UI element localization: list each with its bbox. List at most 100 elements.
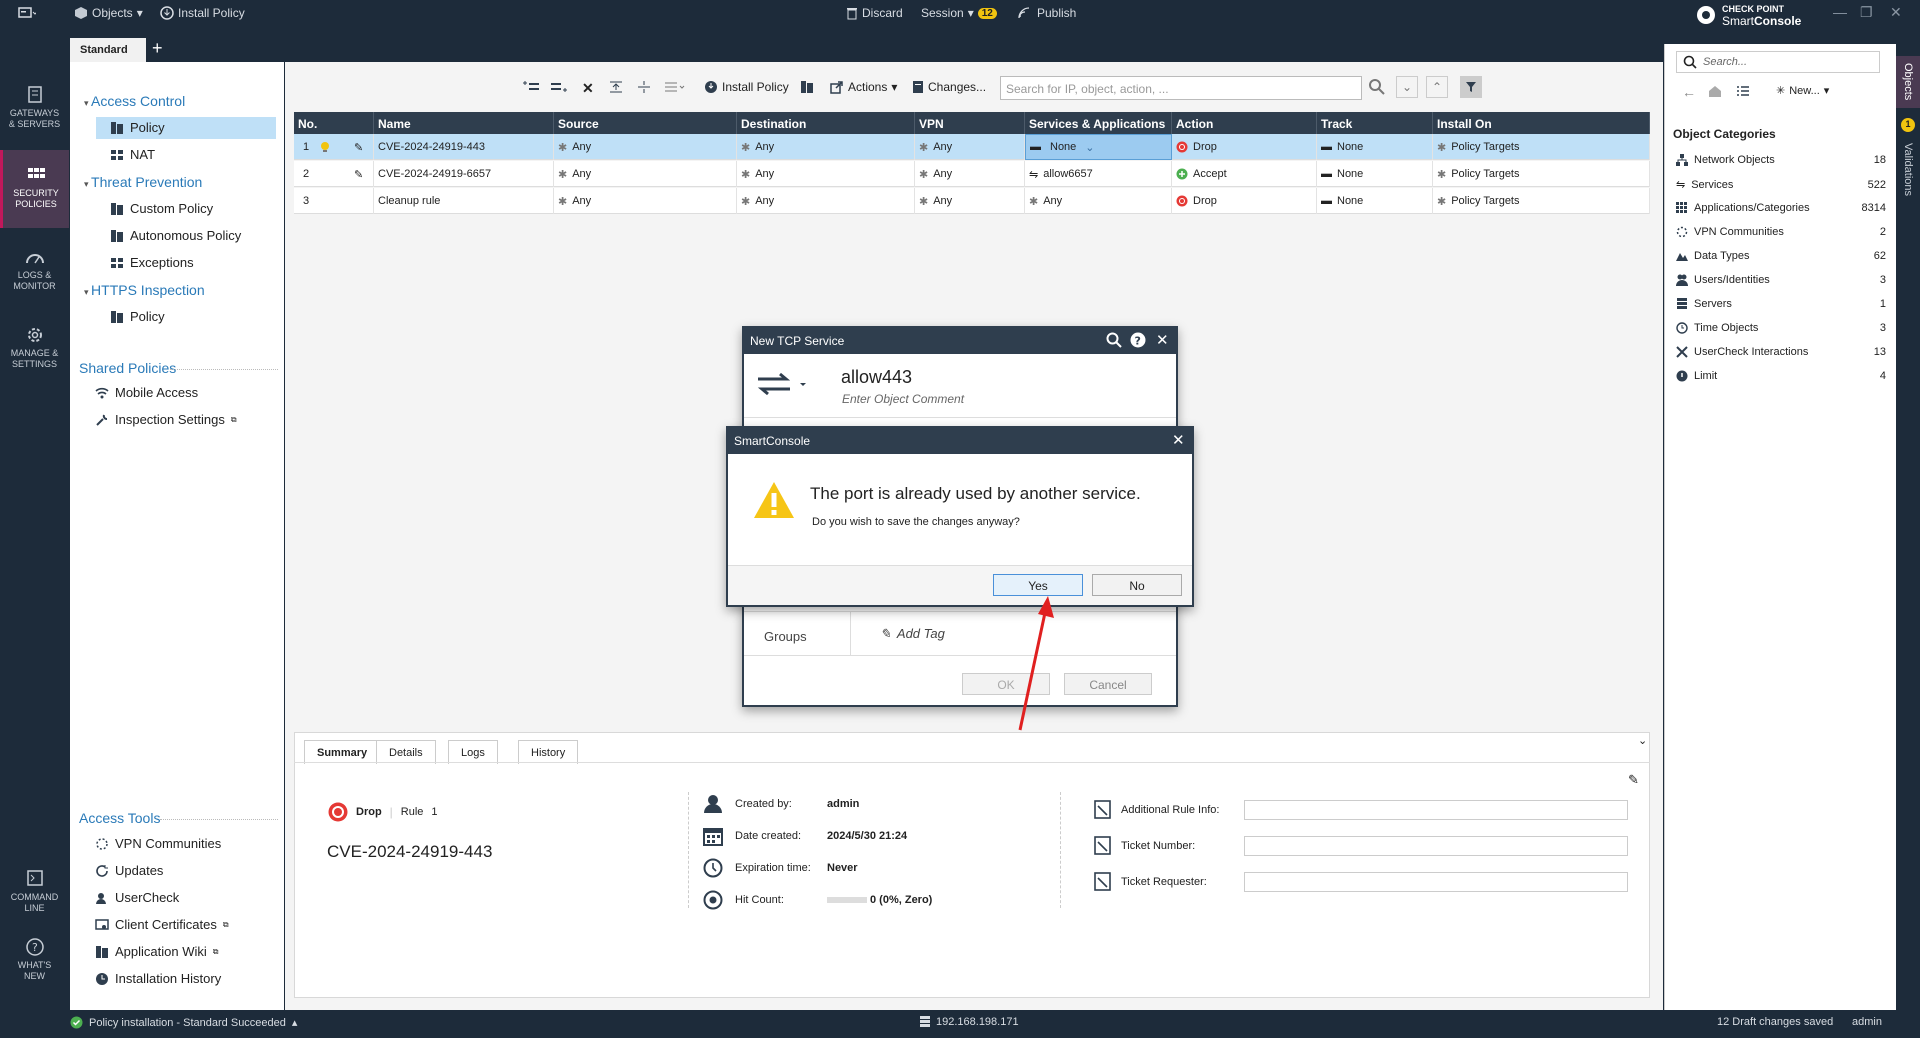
nav-client-certificates[interactable]: Client Certificates ⧉ [95,917,229,932]
cell-destination[interactable]: ✱ Any [737,188,915,214]
tcp-service-name-input[interactable]: allow443 [841,367,912,388]
ticket-number-input[interactable] [1244,836,1628,856]
cell-action[interactable]: Accept [1172,161,1317,187]
publish-button[interactable]: Publish [1017,6,1076,20]
nav-mobile-access[interactable]: Mobile Access [95,385,198,400]
rail-manage-settings[interactable]: MANAGE & SETTINGS [0,326,69,376]
category-limit[interactable]: Limit 4 [1676,370,1886,382]
maximize-button[interactable]: ❐ [1860,4,1873,21]
rule-search-input[interactable]: Search for IP, object, action, ... [1000,76,1362,100]
cell-action[interactable]: Drop [1172,134,1317,160]
alert-no-button[interactable]: No [1092,574,1182,596]
nav-autonomous-policy[interactable]: Autonomous Policy [110,228,241,243]
nav-policy[interactable]: Policy [110,120,165,135]
cell-track[interactable]: ▬ None [1317,161,1433,187]
nav-vpn-communities[interactable]: VPN Communities [95,836,221,851]
add-tag-button[interactable]: ✎ Add Tag [880,626,945,642]
actions-menu[interactable]: Actions ▾ [830,80,897,94]
list-view-button[interactable] [1736,84,1750,98]
category-services[interactable]: ⇋ Services 522 [1676,178,1886,192]
cell-name[interactable]: CVE-2024-24919-443 [374,134,554,160]
category-data-types[interactable]: Data Types 62 [1676,250,1886,262]
home-button[interactable] [1708,84,1722,98]
category-network-objects[interactable]: Network Objects 18 [1676,154,1886,166]
nav-nat[interactable]: NAT [110,147,155,162]
delete-rule-button[interactable]: ✕ [582,80,594,97]
rail-command-line[interactable]: COMMAND LINE [0,870,69,920]
rail-logs-monitor[interactable]: LOGS & MONITOR [0,248,69,298]
cell-source[interactable]: ✱ Any [554,161,737,187]
cell-track[interactable]: ▬ None [1317,134,1433,160]
cell-vpn[interactable]: ✱ Any [915,188,1025,214]
col-header-services[interactable]: Services & Applications [1025,112,1172,134]
category-vpn-communities[interactable]: VPN Communities 2 [1676,226,1886,238]
nav-updates[interactable]: Updates [95,863,163,878]
changes-button[interactable]: Changes... [912,80,986,94]
nav-access-tools[interactable]: Access Tools [79,810,160,826]
objects-menu[interactable]: Objects ▾ [74,6,143,20]
minimize-button[interactable]: — [1833,4,1847,20]
move-down-button[interactable] [636,80,652,94]
edit-rule-button[interactable]: ✎ [1628,772,1639,788]
move-up-button[interactable] [608,80,624,94]
collapse-panel-button[interactable]: ⌄ [1638,734,1647,747]
tcp-comment-input[interactable]: Enter Object Comment [842,392,964,406]
cell-action[interactable]: Drop [1172,188,1317,214]
objects-strip-tab[interactable]: Objects [1896,56,1920,108]
search-button[interactable] [1368,78,1386,96]
app-menu-button[interactable] [18,6,36,20]
cell-services-editing[interactable]: ▬ None ⌄ [1025,134,1172,160]
tab-history[interactable]: History [518,740,579,764]
nav-custom-policy[interactable]: Custom Policy [110,201,213,216]
install-status[interactable]: Policy installation - Standard Succeeded… [70,1016,297,1029]
new-object-menu[interactable]: ✳ New... ▾ [1776,84,1829,98]
additional-info-input[interactable] [1244,800,1628,820]
cell-track[interactable]: ▬ None [1317,188,1433,214]
col-header-no[interactable]: No. [294,112,374,134]
col-header-destination[interactable]: Destination [737,112,915,134]
tab-logs[interactable]: Logs [448,740,498,764]
nav-installation-history[interactable]: Installation History [95,971,221,986]
nav-inspection-settings[interactable]: Inspection Settings ⧉ [95,412,237,427]
cell-services[interactable]: ⇋ allow6657 [1025,161,1172,187]
nav-application-wiki[interactable]: Application Wiki ⧉ [95,944,218,959]
cell-source[interactable]: ✱ Any [554,134,737,160]
tcp-service-type-selector[interactable] [756,370,816,398]
add-tab-button[interactable]: + [152,38,163,59]
tcp-cancel-button[interactable]: Cancel [1064,673,1152,695]
rail-security-policies[interactable]: SECURITY POLICIES [0,150,69,228]
tcp-help-button[interactable]: ? [1130,332,1146,348]
add-rule-below-button[interactable] [550,80,568,94]
cell-vpn[interactable]: ✱ Any [915,134,1025,160]
add-rule-above-button[interactable] [522,80,540,94]
cell-destination[interactable]: ✱ Any [737,134,915,160]
install-policy-top-button[interactable]: Install Policy [160,6,245,20]
object-search-input[interactable]: Search... [1676,51,1880,73]
previous-match-button[interactable]: ⌃ [1426,76,1449,98]
alert-close-button[interactable]: ✕ [1172,431,1185,449]
session-menu[interactable]: Session ▾ 12 [921,6,997,20]
nav-usercheck[interactable]: UserCheck [95,890,179,905]
cell-name[interactable]: Cleanup rule [374,188,554,214]
tab-standard[interactable]: Standard [70,38,146,62]
next-match-button[interactable]: ⌄ [1396,76,1419,98]
category-applications[interactable]: Applications/Categories 8314 [1676,202,1886,214]
nav-threat-prevention[interactable]: ▾ Threat Prevention [84,174,202,190]
category-time-objects[interactable]: Time Objects 3 [1676,322,1886,334]
cell-source[interactable]: ✱ Any [554,188,737,214]
cell-destination[interactable]: ✱ Any [737,161,915,187]
nav-exceptions[interactable]: Exceptions [110,255,194,270]
nav-access-control[interactable]: ▾ Access Control [84,93,185,109]
col-header-source[interactable]: Source [554,112,737,134]
policy-icon-button[interactable] [800,80,816,94]
category-servers[interactable]: Servers 1 [1676,298,1886,310]
rail-whats-new[interactable]: ? WHAT'S NEW [0,938,69,988]
cell-install-on[interactable]: ✱ Policy Targets [1433,188,1650,214]
col-header-vpn[interactable]: VPN [915,112,1025,134]
col-header-install-on[interactable]: Install On [1433,112,1650,134]
tab-details[interactable]: Details [376,740,436,764]
tcp-search-button[interactable] [1106,332,1122,348]
discard-button[interactable]: Discard [846,6,903,20]
view-options-button[interactable] [664,80,686,94]
cell-name[interactable]: CVE-2024-24919-6657 [374,161,554,187]
